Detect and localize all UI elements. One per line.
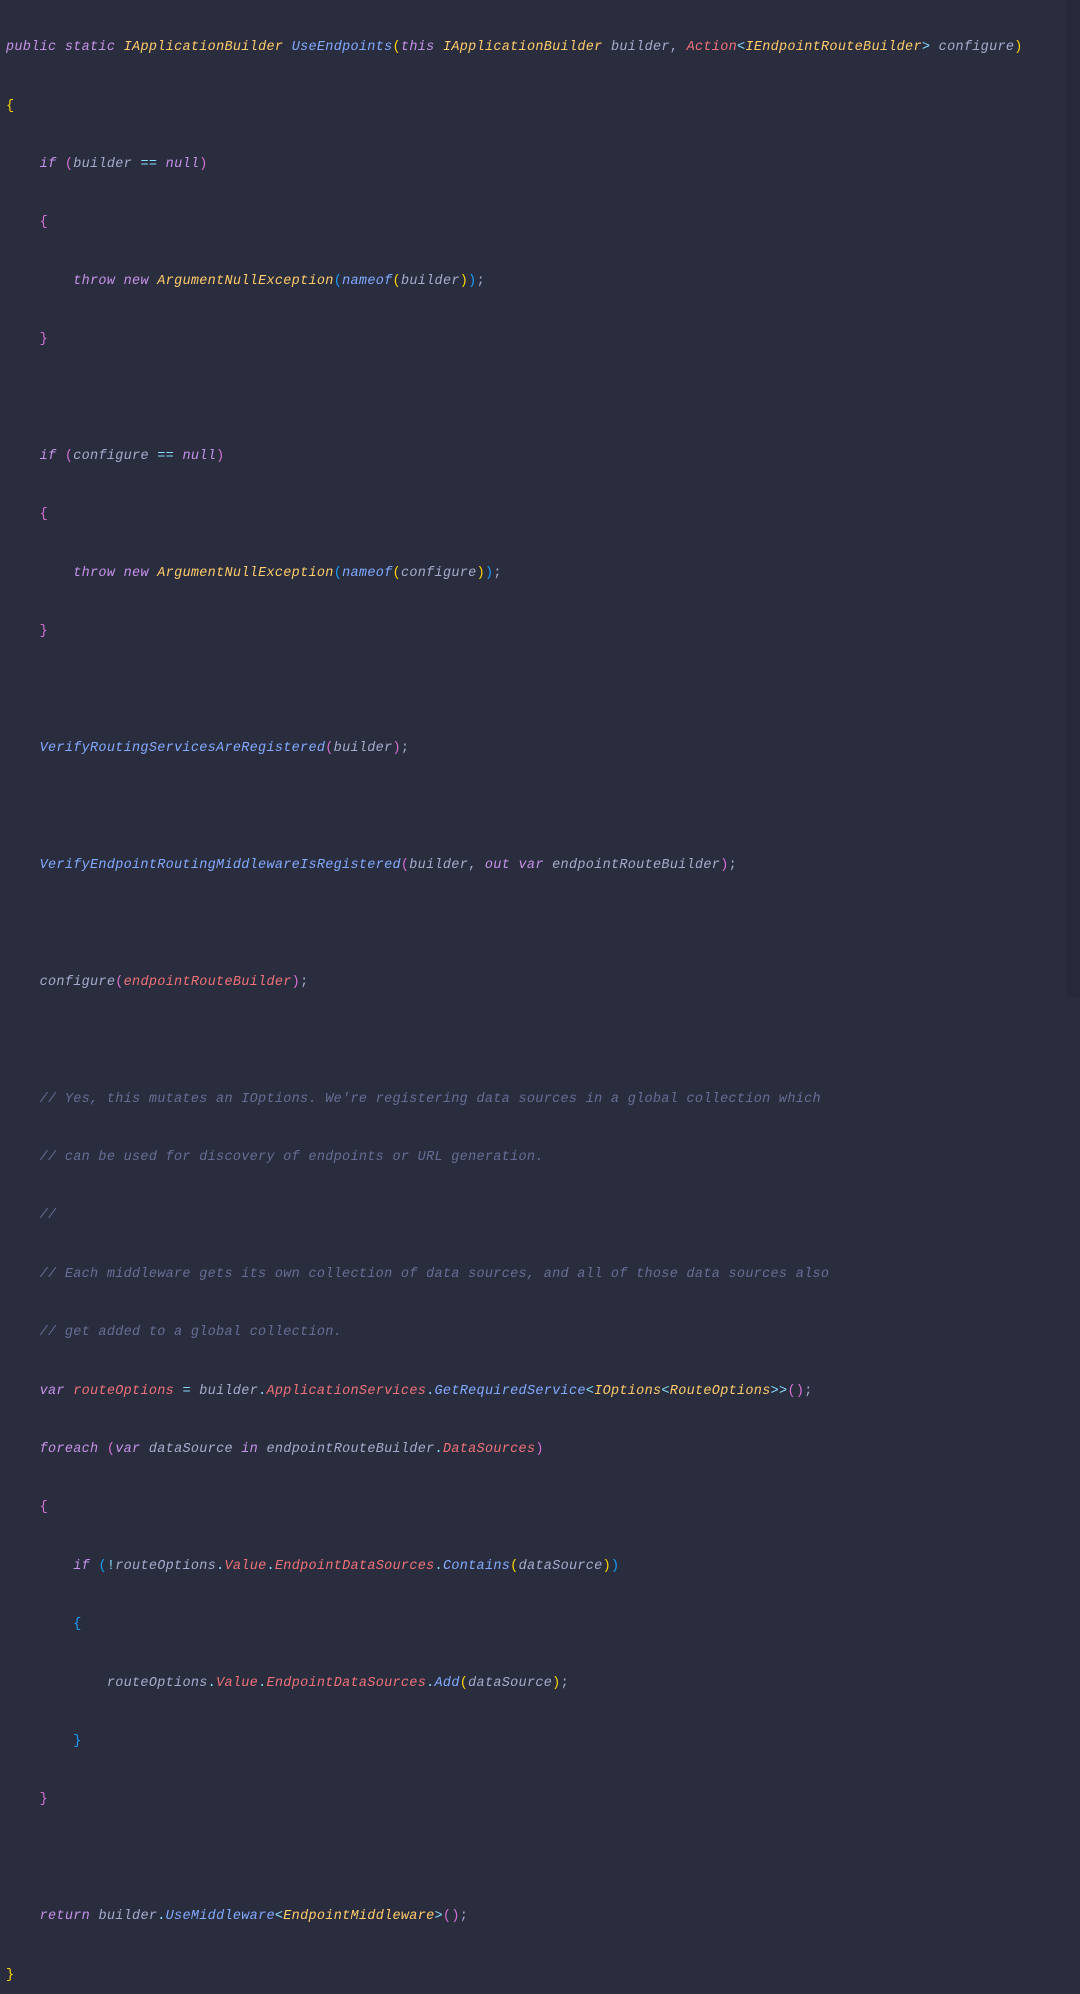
- code-line: if (!routeOptions.Value.EndpointDataSour…: [6, 1552, 1074, 1581]
- code-line: VerifyRoutingServicesAreRegistered(build…: [6, 734, 1074, 763]
- code-line: if (builder == null): [6, 150, 1074, 179]
- code-editor[interactable]: public static IApplicationBuilder UseEnd…: [0, 0, 1080, 1994]
- code-line: }: [6, 1785, 1074, 1814]
- vertical-scrollbar[interactable]: [1066, 0, 1080, 997]
- code-line: public static IApplicationBuilder UseEnd…: [6, 33, 1074, 62]
- code-line: {: [6, 92, 1074, 121]
- code-line: // can be used for discovery of endpoint…: [6, 1143, 1074, 1172]
- code-line: if (configure == null): [6, 442, 1074, 471]
- code-line: return builder.UseMiddleware<EndpointMid…: [6, 1902, 1074, 1931]
- code-line: [6, 909, 1074, 938]
- code-line: [6, 1844, 1074, 1873]
- code-line: }: [6, 617, 1074, 646]
- code-line: {: [6, 1493, 1074, 1522]
- code-line: {: [6, 1610, 1074, 1639]
- code-line: foreach (var dataSource in endpointRoute…: [6, 1435, 1074, 1464]
- code-line: // get added to a global collection.: [6, 1318, 1074, 1347]
- code-line: [6, 676, 1074, 705]
- code-line: routeOptions.Value.EndpointDataSources.A…: [6, 1669, 1074, 1698]
- code-line: [6, 1026, 1074, 1055]
- code-line: // Yes, this mutates an IOptions. We're …: [6, 1085, 1074, 1114]
- code-line: [6, 792, 1074, 821]
- code-line: {: [6, 208, 1074, 237]
- code-line: }: [6, 1961, 1074, 1990]
- code-line: //: [6, 1201, 1074, 1230]
- code-line: throw new ArgumentNullException(nameof(b…: [6, 267, 1074, 296]
- code-line: throw new ArgumentNullException(nameof(c…: [6, 559, 1074, 588]
- code-line: [6, 384, 1074, 413]
- code-line: {: [6, 500, 1074, 529]
- code-line: configure(endpointRouteBuilder);: [6, 968, 1074, 997]
- code-line: }: [6, 325, 1074, 354]
- code-line: // Each middleware gets its own collecti…: [6, 1260, 1074, 1289]
- code-line: VerifyEndpointRoutingMiddlewareIsRegiste…: [6, 851, 1074, 880]
- code-line: }: [6, 1727, 1074, 1756]
- code-line: var routeOptions = builder.ApplicationSe…: [6, 1377, 1074, 1406]
